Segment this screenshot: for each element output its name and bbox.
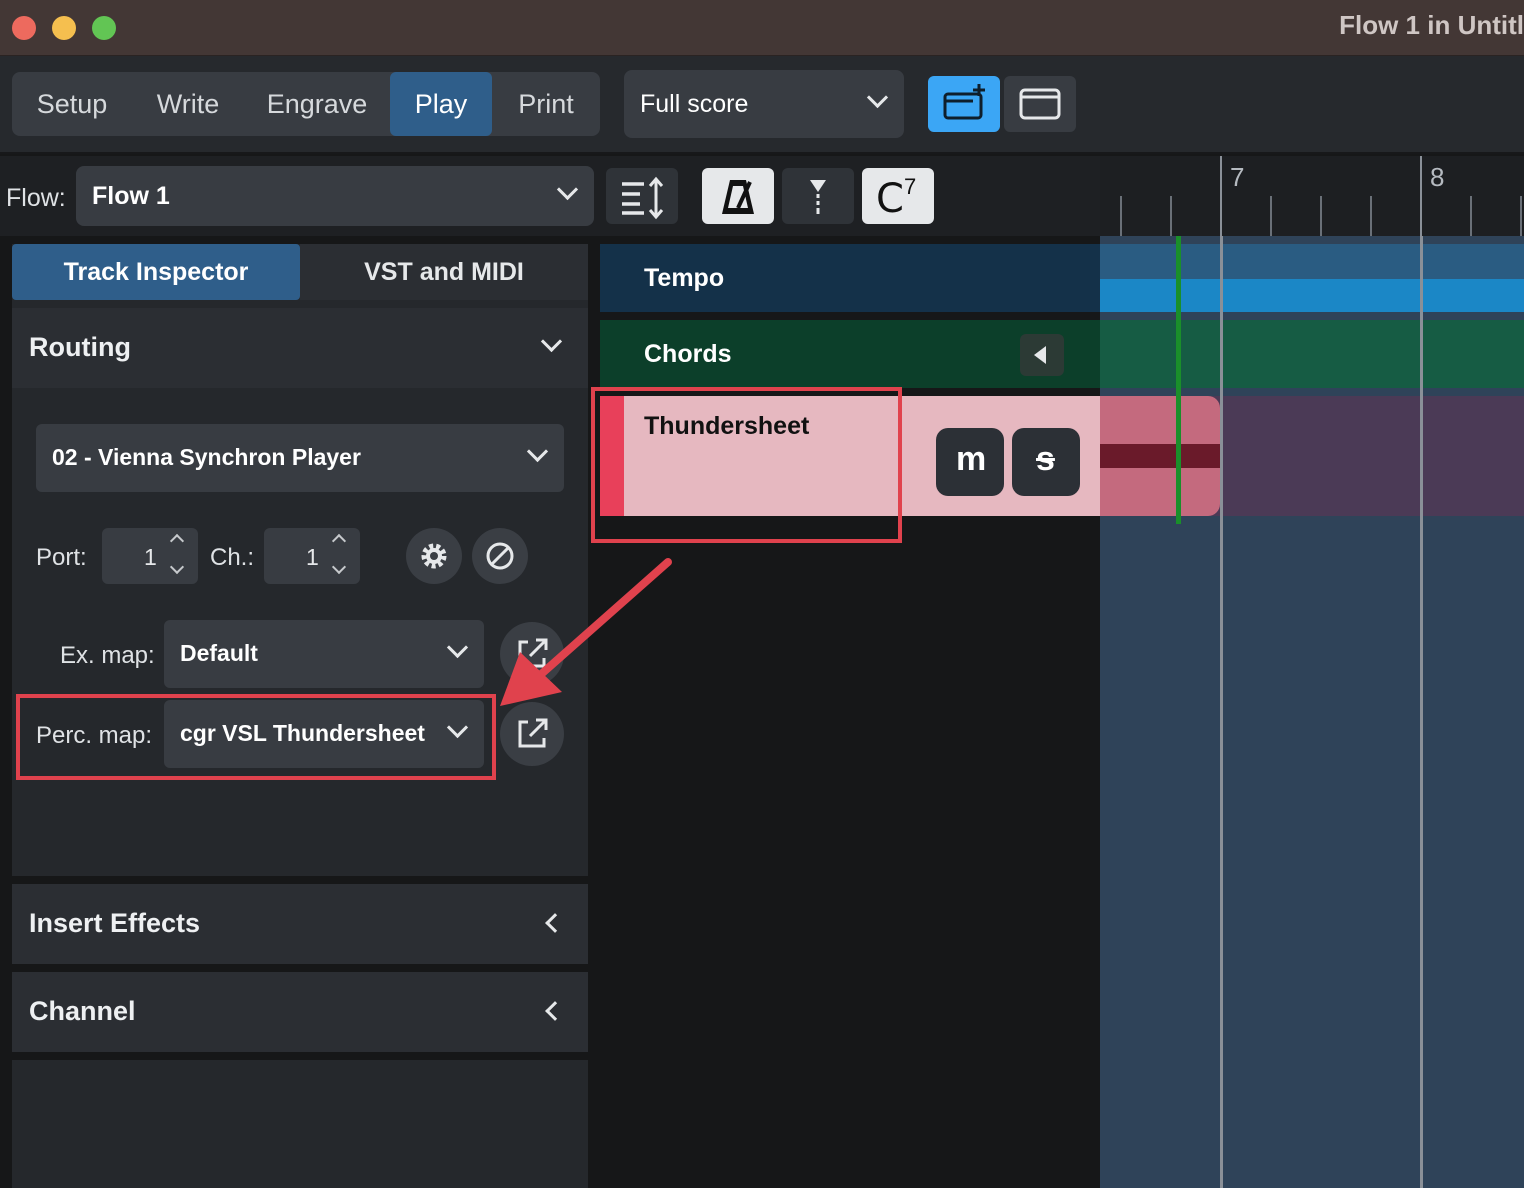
chevron-up-icon[interactable] bbox=[169, 533, 185, 549]
port-stepper[interactable]: 1 bbox=[102, 528, 198, 584]
chord-symbol-icon: C bbox=[876, 176, 904, 222]
chevron-down-icon bbox=[866, 86, 889, 109]
window-single-icon bbox=[1019, 88, 1061, 120]
chevron-down-icon bbox=[446, 636, 469, 659]
bar-line-7 bbox=[1220, 236, 1223, 1188]
flow-select-value: Flow 1 bbox=[92, 182, 170, 210]
chord-symbol-button[interactable]: C 7 bbox=[862, 168, 934, 224]
flow-bar: Flow: Flow 1 C 7 bbox=[0, 156, 1100, 236]
title-bar: Flow 1 in Untitl bbox=[0, 0, 1524, 56]
mode-print[interactable]: Print bbox=[492, 72, 600, 136]
chevron-down-icon bbox=[526, 440, 549, 463]
chord-symbol-sup: 7 bbox=[904, 174, 917, 199]
bar-number-8: 8 bbox=[1430, 162, 1445, 192]
window-title: Flow 1 in Untitl bbox=[1339, 10, 1524, 40]
chords-track-label: Chords bbox=[644, 340, 732, 368]
bar-line-8 bbox=[1420, 236, 1423, 1188]
mode-engrave[interactable]: Engrave bbox=[244, 72, 390, 136]
solo-label: s bbox=[1036, 440, 1055, 478]
instrument-select[interactable]: 02 - Vienna Synchron Player bbox=[36, 424, 564, 492]
expression-map-value: Default bbox=[180, 640, 258, 666]
chords-speaker-button[interactable] bbox=[1020, 334, 1064, 376]
mute-button[interactable]: m bbox=[936, 428, 1004, 496]
channel-title: Channel bbox=[29, 996, 136, 1026]
tab-vst-and-midi[interactable]: VST and MIDI bbox=[300, 244, 588, 300]
new-window-button[interactable] bbox=[928, 76, 1000, 132]
solo-button[interactable]: s bbox=[1012, 428, 1080, 496]
insert-effects-title: Insert Effects bbox=[29, 908, 201, 938]
chevron-down-icon[interactable] bbox=[331, 559, 347, 575]
mode-setup[interactable]: Setup bbox=[12, 72, 132, 136]
routing-title: Routing bbox=[29, 332, 131, 362]
expression-map-select[interactable]: Default bbox=[164, 620, 484, 688]
highlight-box-track bbox=[591, 387, 902, 543]
metronome-button[interactable] bbox=[702, 168, 774, 224]
tab-track-inspector[interactable]: Track Inspector bbox=[12, 244, 300, 300]
zoom-window-button[interactable] bbox=[92, 16, 116, 40]
chevron-left-icon bbox=[545, 913, 565, 933]
port-label: Port: bbox=[36, 544, 87, 571]
channel-stepper[interactable]: 1 bbox=[264, 528, 360, 584]
flow-select[interactable]: Flow 1 bbox=[76, 166, 594, 226]
instrument-select-value: 02 - Vienna Synchron Player bbox=[52, 444, 361, 470]
playhead[interactable] bbox=[1176, 236, 1181, 524]
layout-select[interactable]: Full score bbox=[624, 70, 904, 138]
tempo-track-label: Tempo bbox=[644, 264, 725, 292]
bar-number-7: 7 bbox=[1230, 162, 1245, 192]
insert-effects-section-header[interactable]: Insert Effects bbox=[12, 884, 588, 964]
note-event[interactable] bbox=[1100, 444, 1220, 468]
single-window-button[interactable] bbox=[1004, 76, 1076, 132]
channel-value: 1 bbox=[306, 544, 319, 570]
port-value: 1 bbox=[144, 544, 157, 570]
endpoint-setup-button[interactable] bbox=[406, 528, 462, 584]
chevron-down-icon bbox=[540, 330, 563, 353]
gear-icon bbox=[421, 543, 447, 569]
tempo-track-header[interactable]: Tempo bbox=[600, 244, 1100, 312]
track-height-button[interactable] bbox=[606, 168, 678, 224]
mute-label: m bbox=[956, 440, 987, 478]
dynamics-button[interactable] bbox=[782, 168, 854, 224]
exmap-label: Ex. map: bbox=[60, 642, 155, 669]
routing-section-header[interactable]: Routing bbox=[12, 308, 588, 388]
mode-switcher: Setup Write Engrave Play Print bbox=[12, 72, 600, 136]
chevron-down-icon bbox=[556, 178, 579, 201]
mode-play[interactable]: Play bbox=[390, 72, 492, 136]
tempo-lane-value bbox=[1100, 279, 1524, 312]
chevron-down-icon[interactable] bbox=[169, 559, 185, 575]
track-height-icon bbox=[622, 176, 664, 220]
minimize-window-button[interactable] bbox=[52, 16, 76, 40]
main-toolbar: Setup Write Engrave Play Print Full scor… bbox=[0, 56, 1524, 154]
chevron-up-icon[interactable] bbox=[331, 533, 347, 549]
mode-write[interactable]: Write bbox=[132, 72, 244, 136]
channel-label: Ch.: bbox=[210, 544, 255, 571]
layout-select-value: Full score bbox=[640, 90, 749, 118]
flow-label: Flow: bbox=[6, 184, 66, 212]
dynamics-icon bbox=[810, 180, 826, 214]
close-window-button[interactable] bbox=[12, 16, 36, 40]
chevron-left-icon bbox=[545, 1001, 565, 1021]
chords-lane[interactable] bbox=[1100, 320, 1524, 388]
annotation-arrow bbox=[500, 558, 672, 706]
chords-track-header[interactable]: Chords bbox=[600, 320, 1100, 388]
highlight-box-percmap bbox=[16, 694, 496, 780]
window-add-icon bbox=[943, 84, 985, 120]
channel-section-header[interactable]: Channel bbox=[12, 972, 588, 1052]
metronome-icon bbox=[722, 180, 754, 214]
speaker-icon bbox=[1034, 346, 1046, 364]
bar-ruler[interactable]: 7 8 bbox=[1100, 156, 1524, 236]
